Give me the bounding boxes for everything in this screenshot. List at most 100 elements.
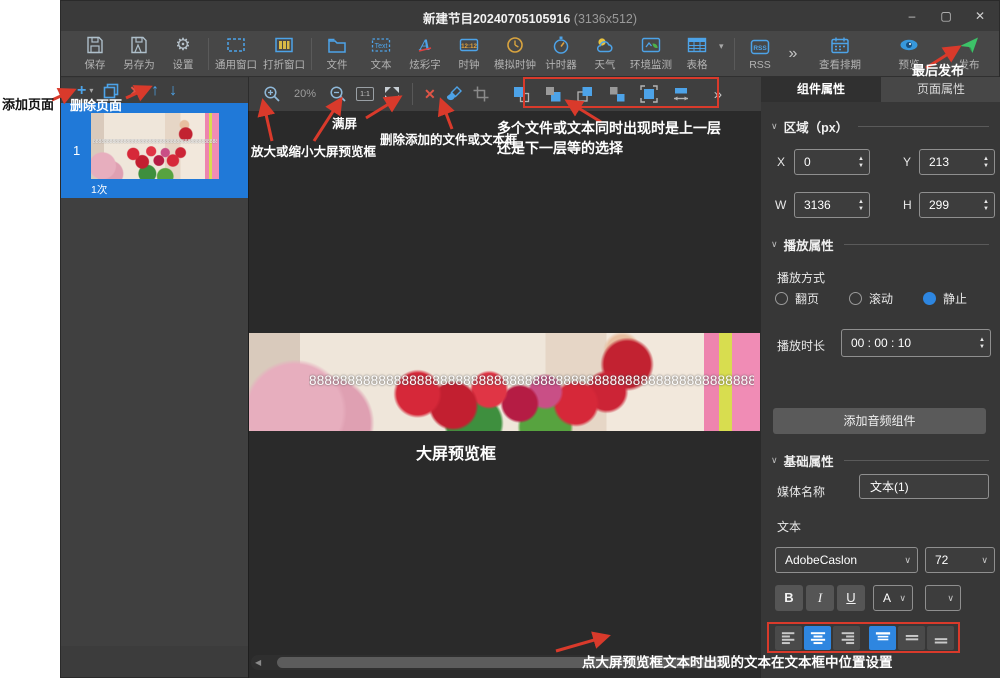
- radio-static[interactable]: 静止: [923, 290, 967, 307]
- spin-down-icon[interactable]: ▼: [858, 206, 864, 212]
- spin-down-icon[interactable]: ▼: [979, 344, 985, 350]
- toolbar-overflow-chevron[interactable]: »: [782, 45, 804, 63]
- general-window-button[interactable]: 通用窗口: [212, 35, 260, 72]
- scrollbar-left-arrow-icon[interactable]: ◀: [255, 658, 261, 667]
- fit-screen-icon[interactable]: [383, 85, 401, 103]
- send-backward-icon[interactable]: [607, 84, 627, 104]
- spin-up-icon[interactable]: ▲: [979, 337, 985, 343]
- send-to-back-icon[interactable]: [543, 84, 563, 104]
- save-button[interactable]: 保存: [73, 35, 117, 72]
- fold-window-button[interactable]: 打折窗口: [260, 35, 308, 72]
- maximize-button[interactable]: ▢: [933, 5, 959, 27]
- preview-button[interactable]: 预览: [887, 35, 931, 72]
- stretch-width-icon[interactable]: [671, 84, 691, 104]
- h-input[interactable]: 299 ▲▼: [919, 192, 995, 218]
- spin-up-icon[interactable]: ▲: [983, 156, 989, 162]
- bring-forward-icon[interactable]: [575, 84, 595, 104]
- zoom-out-icon[interactable]: [329, 85, 347, 103]
- spin-down-icon[interactable]: ▼: [983, 206, 989, 212]
- region-section-header[interactable]: ∨ 区域（px）: [771, 117, 989, 136]
- playback-section-title: 播放属性: [784, 235, 834, 254]
- align-center-button[interactable]: [804, 626, 831, 650]
- y-input[interactable]: 213 ▲▼: [919, 149, 995, 175]
- background-color-select[interactable]: ∨: [925, 585, 961, 611]
- font-family-select[interactable]: AdobeCaslon ∨: [775, 547, 918, 573]
- w-spin-buttons[interactable]: ▲▼: [853, 193, 869, 217]
- timer-label: 计时器: [545, 57, 577, 72]
- media-name-input[interactable]: 文本(1): [859, 474, 989, 499]
- weather-button[interactable]: 天气: [583, 35, 627, 72]
- duration-input[interactable]: 00 : 00 : 10 ▲▼: [841, 329, 991, 357]
- rss-button[interactable]: RSS RSS: [738, 37, 782, 71]
- valign-bottom-button[interactable]: [927, 626, 954, 650]
- minimize-button[interactable]: –: [899, 5, 925, 27]
- spin-up-icon[interactable]: ▲: [858, 156, 864, 162]
- duration-spin-buttons[interactable]: ▲▼: [974, 330, 990, 356]
- font-size-select[interactable]: 72 ∨: [925, 547, 995, 573]
- screen-preview-frame[interactable]: 8888888888888888888888888888888888888888…: [249, 333, 760, 431]
- underline-button[interactable]: U: [837, 585, 865, 611]
- playback-section-header[interactable]: ∨ 播放属性: [771, 235, 989, 254]
- app-root: 新建节目20240705105916 (3136x512) – ▢ ✕ 保存 另…: [0, 0, 1000, 678]
- timer-button[interactable]: 计时器: [539, 35, 583, 72]
- spin-up-icon[interactable]: ▲: [858, 199, 864, 205]
- delete-page-button[interactable]: ✕: [129, 82, 141, 100]
- close-button[interactable]: ✕: [967, 5, 993, 27]
- text-button[interactable]: Text 文本: [359, 35, 403, 72]
- tab-component-properties[interactable]: 组件属性: [761, 77, 881, 102]
- crop-icon[interactable]: [472, 85, 490, 103]
- chevron-down-icon: ∨: [981, 555, 988, 566]
- delete-item-button[interactable]: ✕: [424, 86, 436, 103]
- zoom-in-icon[interactable]: [263, 85, 281, 103]
- digital-clock-button[interactable]: 12:12 时钟: [447, 35, 491, 72]
- spin-down-icon[interactable]: ▼: [983, 163, 989, 169]
- italic-button[interactable]: I: [806, 585, 834, 611]
- fill-frame-icon[interactable]: [639, 84, 659, 104]
- add-audio-button[interactable]: 添加音频组件: [773, 408, 986, 434]
- horizontal-scrollbar[interactable]: ◀: [251, 655, 759, 670]
- font-color-select[interactable]: A ∨: [873, 585, 913, 611]
- actual-size-button[interactable]: 1:1: [356, 87, 374, 101]
- canvas-area[interactable]: 8888888888888888888888888888888888888888…: [248, 111, 761, 678]
- spin-up-icon[interactable]: ▲: [983, 199, 989, 205]
- duplicate-page-icon[interactable]: [103, 83, 119, 99]
- view-schedule-button[interactable]: 查看排期: [813, 35, 867, 72]
- bring-to-front-icon[interactable]: [511, 84, 531, 104]
- x-input[interactable]: 0 ▲▼: [794, 149, 870, 175]
- add-page-button[interactable]: +: [77, 82, 86, 100]
- preview-text-overlay[interactable]: 8888888888888888888888888888888888888888…: [309, 373, 754, 388]
- h-spin-buttons[interactable]: ▲▼: [978, 193, 994, 217]
- valign-top-button[interactable]: [869, 626, 896, 650]
- radio-dot-icon: [775, 292, 788, 305]
- move-page-down-icon[interactable]: ↓: [169, 82, 177, 100]
- settings-button[interactable]: ⚙ 设置: [161, 35, 205, 72]
- align-right-button[interactable]: [833, 626, 860, 650]
- bold-button[interactable]: B: [775, 585, 803, 611]
- table-dropdown-caret-icon[interactable]: ▾: [719, 41, 731, 52]
- y-spin-buttons[interactable]: ▲▼: [978, 150, 994, 174]
- publish-button[interactable]: 发布: [947, 35, 991, 72]
- radio-flip[interactable]: 翻页: [775, 290, 819, 307]
- save-icon: [84, 35, 106, 55]
- file-button[interactable]: 文件: [315, 35, 359, 72]
- canvas-toolbar-overflow-chevron[interactable]: »: [714, 86, 722, 103]
- spin-down-icon[interactable]: ▼: [858, 163, 864, 169]
- environment-monitor-label: 环境监测: [630, 57, 672, 72]
- analog-clock-button[interactable]: 模拟时钟: [491, 35, 539, 72]
- w-input[interactable]: 3136 ▲▼: [794, 192, 870, 218]
- colorful-text-button[interactable]: A 炫彩字: [403, 35, 447, 72]
- add-page-caret-icon[interactable]: ▾: [89, 86, 93, 95]
- scrollbar-thumb[interactable]: [277, 657, 727, 668]
- basic-section-header[interactable]: ∨ 基础属性: [771, 451, 989, 470]
- radio-scroll[interactable]: 滚动: [849, 290, 893, 307]
- tab-page-properties[interactable]: 页面属性: [881, 77, 1000, 102]
- save-as-button[interactable]: 另存为: [117, 35, 161, 72]
- x-spin-buttons[interactable]: ▲▼: [853, 150, 869, 174]
- table-button[interactable]: 表格: [675, 35, 719, 72]
- valign-middle-button[interactable]: [898, 626, 925, 650]
- clear-brush-icon[interactable]: [445, 85, 463, 103]
- align-left-button[interactable]: [775, 626, 802, 650]
- move-page-up-icon[interactable]: ↑: [151, 82, 159, 100]
- page-list-item[interactable]: 1 88888888888888888888888888888888888888…: [61, 103, 248, 198]
- environment-monitor-button[interactable]: 环境监测: [627, 35, 675, 72]
